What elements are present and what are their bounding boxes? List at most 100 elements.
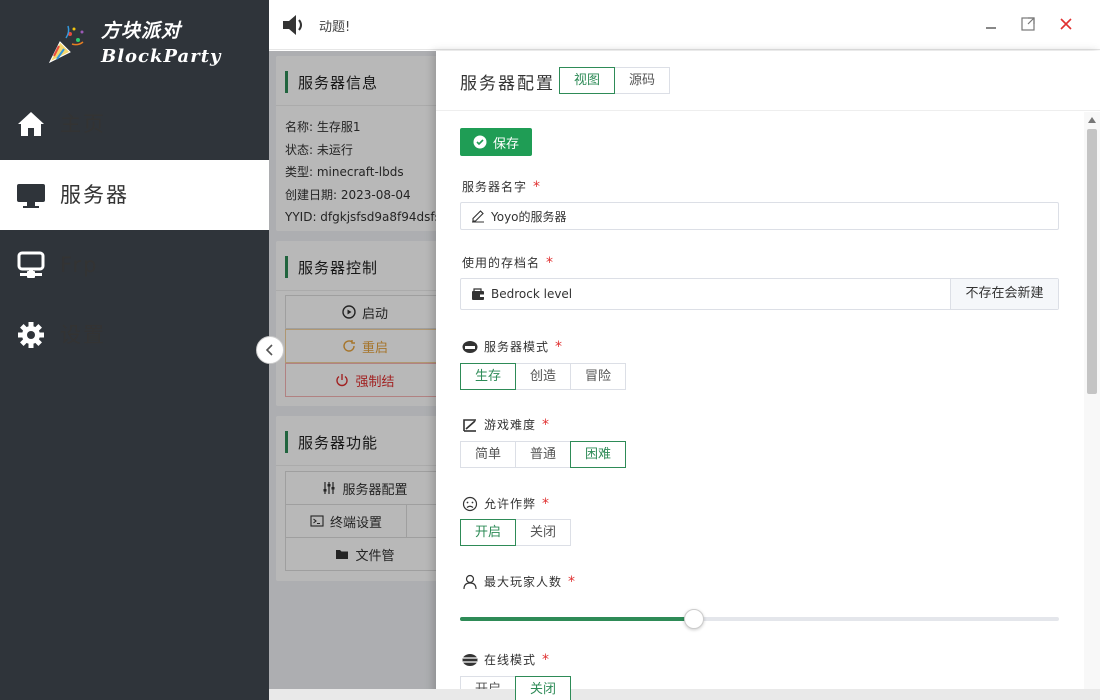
- horizontal-scrollbar[interactable]: [269, 689, 1100, 700]
- label-text: 在线模式: [484, 653, 537, 667]
- card-header: 服务器信息: [276, 56, 441, 106]
- label-text: 允许作弊: [484, 497, 537, 511]
- save-button[interactable]: 保存: [460, 128, 532, 156]
- terminal-icon: [310, 515, 324, 527]
- server-features-card: 服务器功能 服务器配置 终端设置 文件管: [276, 416, 446, 581]
- drawer-header: 服务器配置 视图 源码: [436, 51, 1100, 111]
- cheat-option-off[interactable]: 关闭: [515, 519, 572, 546]
- chevron-left-icon: [265, 344, 273, 356]
- max-players-slider[interactable]: [460, 609, 1059, 629]
- required-mark: *: [542, 651, 551, 668]
- label-text: 最大玩家人数: [484, 575, 563, 589]
- difficulty-option-hard[interactable]: 困难: [570, 441, 627, 468]
- server-config-button[interactable]: 服务器配置: [285, 471, 445, 505]
- tab-source[interactable]: 源码: [614, 67, 671, 94]
- restart-button[interactable]: 重启: [285, 329, 445, 363]
- sidebar-item-label: 主页: [60, 112, 106, 136]
- view-source-tabs: 视图 源码: [559, 67, 671, 94]
- save-label: 保存: [492, 136, 519, 152]
- maximize-icon[interactable]: [1018, 14, 1038, 34]
- folder-icon: [336, 550, 349, 559]
- file-manager-button[interactable]: 文件管: [285, 537, 445, 571]
- user-icon: [463, 574, 477, 589]
- speaker-icon[interactable]: [281, 12, 307, 38]
- home-icon: [18, 112, 44, 136]
- difficulty-icon: [463, 418, 476, 432]
- play-circle-icon: [342, 305, 356, 319]
- sidebar-item-frp[interactable]: Frp: [0, 230, 269, 300]
- mode-option-creative[interactable]: 创造: [515, 363, 572, 390]
- gamepad-icon: [462, 340, 478, 353]
- party-popper-icon: [48, 25, 84, 64]
- terminal-settings-button[interactable]: 终端设置: [285, 504, 407, 538]
- restart-label: 重启: [361, 340, 388, 356]
- server-name-text: 名称: 生存服1: [285, 120, 361, 134]
- app-logo: 方块派对 BlockParty: [44, 14, 244, 74]
- sliders-icon: [323, 482, 335, 494]
- slider-fill: [460, 617, 694, 621]
- slider-handle[interactable]: [683, 609, 704, 629]
- sidebar-item-label: 服务器: [60, 183, 129, 207]
- sidebar-item-settings[interactable]: 设置: [0, 300, 269, 370]
- collapse-sidebar-button[interactable]: [256, 336, 284, 364]
- sidebar-item-home[interactable]: 主页: [0, 89, 269, 159]
- close-icon[interactable]: [1056, 14, 1076, 34]
- sidebar-item-server[interactable]: 服务器: [0, 160, 269, 230]
- refresh-icon: [343, 340, 355, 352]
- mode-label: 服务器模式 *: [462, 338, 563, 355]
- scrollbar-thumb[interactable]: [1087, 129, 1097, 394]
- difficulty-option-easy[interactable]: 简单: [460, 441, 517, 468]
- tab-view[interactable]: 视图: [559, 67, 616, 94]
- terminal-settings-label: 终端设置: [329, 515, 382, 531]
- monitor-icon: [17, 184, 45, 208]
- main-window: 动题! 服务器信息 名称: 生存服1 状态: 未运行 类型: minecraft…: [269, 0, 1100, 700]
- card-accent-bar: [285, 71, 288, 93]
- start-label: 启动: [361, 306, 388, 322]
- wallet-icon: [472, 288, 484, 300]
- sidebar-item-label: Frp: [60, 253, 99, 277]
- mode-radio-group: 生存 创造 冒险: [460, 363, 627, 390]
- drawer-title: 服务器配置: [460, 74, 555, 94]
- force-stop-label: 强制结: [355, 374, 395, 390]
- server-name-input[interactable]: Yoyo的服务器: [460, 202, 1059, 230]
- server-created-text: 创建日期: 2023-08-04: [285, 187, 411, 202]
- server-yyid-text: YYID: dfgkjsfsd9a8f94dsfsd: [285, 210, 441, 225]
- required-mark: *: [542, 416, 551, 433]
- label-text: 使用的存档名: [462, 256, 541, 270]
- difficulty-label: 游戏难度 *: [462, 416, 550, 433]
- mode-option-survival[interactable]: 生存: [460, 363, 517, 390]
- server-config-label: 服务器配置: [342, 482, 408, 498]
- drawer-scrollbar[interactable]: [1084, 112, 1100, 700]
- online-mode-label: 在线模式 *: [462, 651, 550, 668]
- card-title: 服务器功能: [298, 434, 379, 452]
- sidebar: 方块派对 BlockParty 主页 服务器 Frp 设置: [0, 0, 269, 700]
- title-bar: 动题!: [269, 0, 1100, 50]
- cheat-option-on[interactable]: 开启: [460, 519, 517, 546]
- scroll-up-arrow[interactable]: [1088, 117, 1096, 123]
- card-header: 服务器控制: [276, 241, 441, 291]
- force-stop-button[interactable]: 强制结: [285, 363, 445, 397]
- logo-title-en: BlockParty: [101, 46, 222, 67]
- cheat-label: 允许作弊 *: [462, 495, 550, 512]
- file-manager-label: 文件管: [355, 548, 395, 564]
- edit-icon: [472, 210, 484, 223]
- start-button[interactable]: 启动: [285, 295, 445, 329]
- check-circle-icon: [473, 135, 487, 149]
- config-form: 保存 服务器名字 * Yoyo的服务器 使用的存档名 * Bedrock lev…: [436, 112, 1084, 700]
- card-header: 服务器功能: [276, 416, 441, 466]
- server-config-drawer: 服务器配置 视图 源码 保存 服务器名字 * Yoyo的服务器 使用的存档名 *: [436, 51, 1100, 700]
- online-option-off[interactable]: 关闭: [515, 676, 572, 700]
- card-title: 服务器信息: [298, 74, 379, 92]
- server-info-list: 名称: 生存服1 状态: 未运行 类型: minecraft-lbds 创建日期…: [276, 106, 441, 229]
- mode-option-adventure[interactable]: 冒险: [570, 363, 627, 390]
- required-mark: *: [533, 178, 542, 195]
- save-name-input[interactable]: Bedrock level 不存在会新建: [460, 278, 1059, 310]
- server-info-card: 服务器信息 名称: 生存服1 状态: 未运行 类型: minecraft-lbd…: [276, 56, 441, 231]
- difficulty-option-normal[interactable]: 普通: [515, 441, 572, 468]
- label-text: 服务器名字: [462, 180, 528, 194]
- sidebar-item-label: 设置: [60, 323, 106, 347]
- server-name-label: 服务器名字 *: [462, 178, 541, 195]
- server-status-text: 状态: 未运行: [285, 142, 353, 157]
- minimize-icon[interactable]: [981, 14, 1001, 34]
- sad-face-icon: [462, 496, 478, 511]
